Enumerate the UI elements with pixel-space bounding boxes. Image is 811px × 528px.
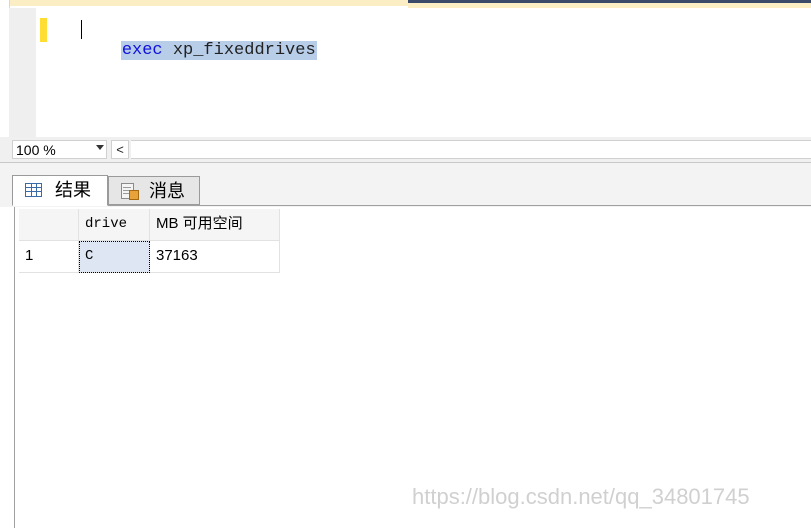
row-header-corner[interactable] bbox=[19, 209, 79, 241]
editor-top-border bbox=[0, 0, 408, 6]
watermark-text: https://blog.csdn.net/qq_34801745 bbox=[412, 484, 750, 509]
grid-icon bbox=[25, 183, 42, 197]
zoom-dropdown[interactable]: 100 % bbox=[12, 140, 107, 159]
chevron-down-icon[interactable] bbox=[96, 145, 104, 150]
zoom-value: 100 % bbox=[16, 142, 56, 158]
table-cell-drive[interactable]: C bbox=[79, 241, 150, 273]
table-cell-free-space[interactable]: 37163 bbox=[150, 241, 280, 273]
tab-results[interactable]: 结果 bbox=[12, 175, 108, 206]
code-selection[interactable]: exec xp_fixeddrives bbox=[120, 41, 317, 60]
results-grid-pane[interactable]: drive MB 可用空间 1 C 37163 bbox=[14, 207, 811, 528]
editor-gutter bbox=[9, 8, 36, 137]
message-icon-badge bbox=[129, 190, 139, 200]
scroll-left-button[interactable]: < bbox=[111, 140, 129, 159]
horizontal-scrollbar[interactable] bbox=[131, 140, 811, 159]
query-editor[interactable]: exec xp_fixeddrives bbox=[0, 0, 811, 138]
column-header-free-space[interactable]: MB 可用空间 bbox=[150, 209, 280, 241]
text-caret bbox=[81, 20, 82, 39]
tab-baseline bbox=[12, 205, 811, 206]
tab-results-label: 结果 bbox=[55, 180, 91, 200]
results-tab-strip: 结果 消息 bbox=[0, 163, 811, 207]
column-header-drive[interactable]: drive bbox=[79, 209, 150, 241]
code-keyword: exec bbox=[121, 41, 163, 60]
code-line[interactable]: exec xp_fixeddrives bbox=[80, 18, 317, 60]
message-icon bbox=[121, 183, 139, 200]
row-number[interactable]: 1 bbox=[19, 241, 79, 273]
editor-top-border-active bbox=[408, 0, 811, 8]
tab-messages-label: 消息 bbox=[149, 181, 185, 201]
code-procedure-name: xp_fixeddrives bbox=[162, 41, 316, 60]
change-marker bbox=[40, 18, 47, 42]
tab-messages[interactable]: 消息 bbox=[108, 176, 200, 205]
zoom-bar: 100 % < bbox=[0, 137, 811, 163]
